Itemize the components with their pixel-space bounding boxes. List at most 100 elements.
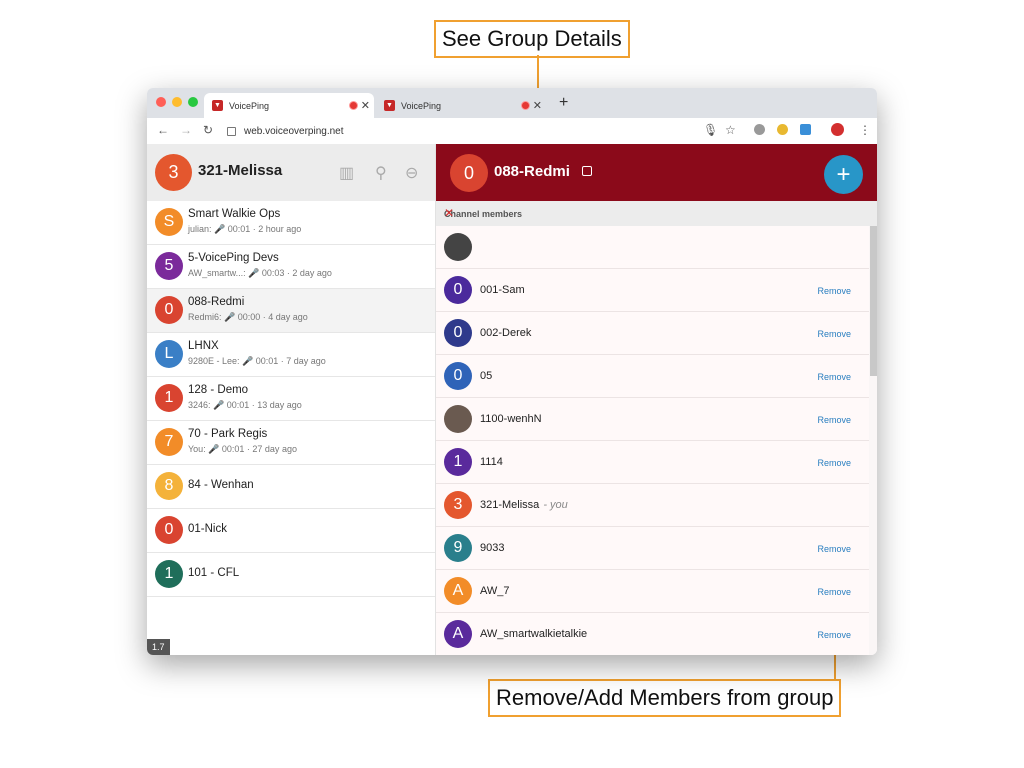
member-name: 1114 bbox=[480, 456, 503, 468]
voiceping-favicon-icon: ▼ bbox=[212, 100, 223, 111]
member-name-text: 1100-wenhN bbox=[480, 413, 542, 425]
channel-list-item[interactable]: 7 70 - Park Regis You: 🎤 00:01 · 27 day ag… bbox=[147, 421, 435, 465]
remove-member-button[interactable]: Remove bbox=[817, 286, 851, 296]
mic-icon[interactable]: 🎙 bbox=[703, 123, 718, 137]
member-list: 0 001-Sam Remove 0 002-Derek Remove 0 05 Remove 1… bbox=[436, 226, 877, 655]
user-header: 3 321-Melissa ▥ ⚲ ⊖ bbox=[147, 144, 435, 201]
extension-icon[interactable] bbox=[777, 124, 788, 135]
channel-list-item[interactable]: S Smart Walkie Ops julian: 🎤 00:01 · 2 hou… bbox=[147, 201, 435, 245]
channel-name: 101 - CFL bbox=[188, 567, 240, 579]
channel-name: 5-VoicePing Devs bbox=[188, 252, 279, 264]
member-name: 1100-wenhN bbox=[480, 413, 542, 425]
member-name-text: 001-Sam bbox=[480, 284, 525, 296]
channel-name: 70 - Park Regis bbox=[188, 428, 268, 440]
logout-icon[interactable]: ⊖ bbox=[405, 163, 418, 183]
remove-member-button[interactable]: Remove bbox=[817, 458, 851, 468]
reload-icon[interactable]: ↻ bbox=[203, 123, 213, 137]
channel-avatar: 0 bbox=[155, 516, 183, 544]
channel-list-item[interactable]: 8 84 - Wenhan bbox=[147, 465, 435, 509]
channel-header[interactable]: 0 088-Redmi + bbox=[436, 144, 877, 201]
member-name: 321-Melissa - you bbox=[480, 499, 568, 511]
channel-last-message: 9280E - Lee: 🎤 00:01 · 7 day ago bbox=[188, 356, 326, 366]
member-avatar: 1 bbox=[444, 448, 472, 476]
remove-member-button[interactable]: Remove bbox=[817, 415, 851, 425]
member-name-text: AW_7 bbox=[480, 585, 510, 597]
recording-icon bbox=[521, 101, 530, 110]
channel-list-item[interactable]: L LHNX 9280E - Lee: 🎤 00:01 · 7 day ago bbox=[147, 333, 435, 377]
browser-tab-1[interactable]: ▼ VoicePing ✕ bbox=[204, 93, 374, 118]
channel-list-item[interactable]: 1 101 - CFL bbox=[147, 553, 435, 597]
extension-icon[interactable] bbox=[754, 124, 765, 135]
voiceping-app: 3 321-Melissa ▥ ⚲ ⊖ S Smart Walkie Ops jul… bbox=[147, 144, 877, 655]
member-name: 9033 bbox=[480, 542, 504, 554]
tab-bar: ▼ VoicePing ✕ ▼ VoicePing ✕ + bbox=[147, 88, 877, 118]
member-row: 0 05 Remove bbox=[436, 355, 869, 398]
close-tab-icon[interactable]: ✕ bbox=[361, 99, 370, 112]
forward-icon[interactable]: → bbox=[180, 123, 192, 137]
member-avatar: 9 bbox=[444, 534, 472, 562]
remove-member-button[interactable]: Remove bbox=[817, 329, 851, 339]
profile-avatar-icon[interactable] bbox=[831, 123, 844, 136]
close-icon[interactable]: ✕ bbox=[444, 206, 867, 220]
channel-avatar: 1 bbox=[155, 384, 183, 412]
minimize-window-button[interactable] bbox=[172, 97, 182, 107]
search-icon[interactable]: ⚲ bbox=[375, 163, 387, 183]
channel-list-item[interactable]: 0 088-Redmi Redmi6: 🎤 00:00 · 4 day ago bbox=[147, 289, 435, 333]
channel-last-message: Redmi6: 🎤 00:00 · 4 day ago bbox=[188, 312, 308, 322]
member-photo-avatar bbox=[444, 233, 472, 261]
bookmark-star-icon[interactable]: ☆ bbox=[725, 123, 736, 137]
user-name: 321-Melissa bbox=[198, 162, 283, 179]
add-member-button[interactable]: + bbox=[824, 155, 863, 194]
channel-avatar: L bbox=[155, 340, 183, 368]
you-label: - you bbox=[543, 499, 568, 511]
tab-title: VoicePing bbox=[229, 100, 270, 111]
member-avatar: A bbox=[444, 577, 472, 605]
member-row bbox=[436, 226, 869, 269]
member-name: 002-Derek bbox=[480, 327, 531, 339]
back-icon[interactable]: ← bbox=[157, 123, 169, 137]
maximize-window-button[interactable] bbox=[188, 97, 198, 107]
remove-member-button[interactable]: Remove bbox=[817, 372, 851, 382]
map-icon[interactable]: ▥ bbox=[339, 163, 354, 183]
member-row: 9 9033 Remove bbox=[436, 527, 869, 570]
browser-menu-icon[interactable]: ⋮ bbox=[859, 123, 871, 137]
user-avatar[interactable]: 3 bbox=[155, 154, 192, 191]
lock-icon bbox=[227, 126, 236, 136]
remove-member-button[interactable]: Remove bbox=[817, 587, 851, 597]
channel-avatar: 0 bbox=[155, 296, 183, 324]
member-row: 3 321-Melissa - you bbox=[436, 484, 869, 527]
lock-icon bbox=[582, 166, 592, 176]
browser-tab-2[interactable]: ▼ VoicePing ✕ bbox=[376, 93, 546, 118]
tab-title: VoicePing bbox=[401, 100, 442, 111]
channel-list-item[interactable]: 0 01-Nick bbox=[147, 509, 435, 553]
channel-name: 088-Redmi bbox=[188, 296, 245, 308]
browser-window: ▼ VoicePing ✕ ▼ VoicePing ✕ + ← → ↻ web.… bbox=[147, 88, 877, 655]
channel-name[interactable]: 088-Redmi bbox=[494, 163, 570, 180]
channel-name: 84 - Wenhan bbox=[188, 479, 254, 491]
scrollbar[interactable] bbox=[870, 226, 877, 376]
channel-list-item[interactable]: 5 5-VoicePing Devs AW_smartw...: 🎤 00:03 ·… bbox=[147, 245, 435, 289]
member-row: 0 002-Derek Remove bbox=[436, 312, 869, 355]
url-field[interactable]: web.voiceoverping.net bbox=[227, 122, 747, 140]
channel-avatar[interactable]: 0 bbox=[450, 154, 488, 192]
new-tab-button[interactable]: + bbox=[559, 94, 568, 112]
remove-member-button[interactable]: Remove bbox=[817, 630, 851, 640]
member-name: AW_7 bbox=[480, 585, 510, 597]
channel-avatar: 7 bbox=[155, 428, 183, 456]
extension-icon[interactable] bbox=[800, 124, 811, 135]
close-tab-icon[interactable]: ✕ bbox=[533, 99, 542, 112]
channel-last-message: julian: 🎤 00:01 · 2 hour ago bbox=[188, 224, 302, 234]
channel-list-item[interactable]: 1 128 - Demo 3246: 🎤 00:01 · 13 day ago bbox=[147, 377, 435, 421]
remove-member-button[interactable]: Remove bbox=[817, 544, 851, 554]
member-row: 1 1114 Remove bbox=[436, 441, 869, 484]
channel-name: 128 - Demo bbox=[188, 384, 249, 396]
member-name-text: 9033 bbox=[480, 542, 505, 554]
member-name-text: 321-Melissa bbox=[480, 499, 540, 511]
member-row: A AW_7 Remove bbox=[436, 570, 869, 613]
address-bar: ← → ↻ web.voiceoverping.net 🎙 ☆ ⋮ bbox=[147, 118, 877, 145]
version-badge: 1.7 bbox=[147, 639, 170, 655]
channel-avatar: 1 bbox=[155, 560, 183, 588]
member-name-text: AW_smartwalkietalkie bbox=[480, 628, 588, 640]
member-name-text: 05 bbox=[480, 370, 493, 382]
close-window-button[interactable] bbox=[156, 97, 166, 107]
